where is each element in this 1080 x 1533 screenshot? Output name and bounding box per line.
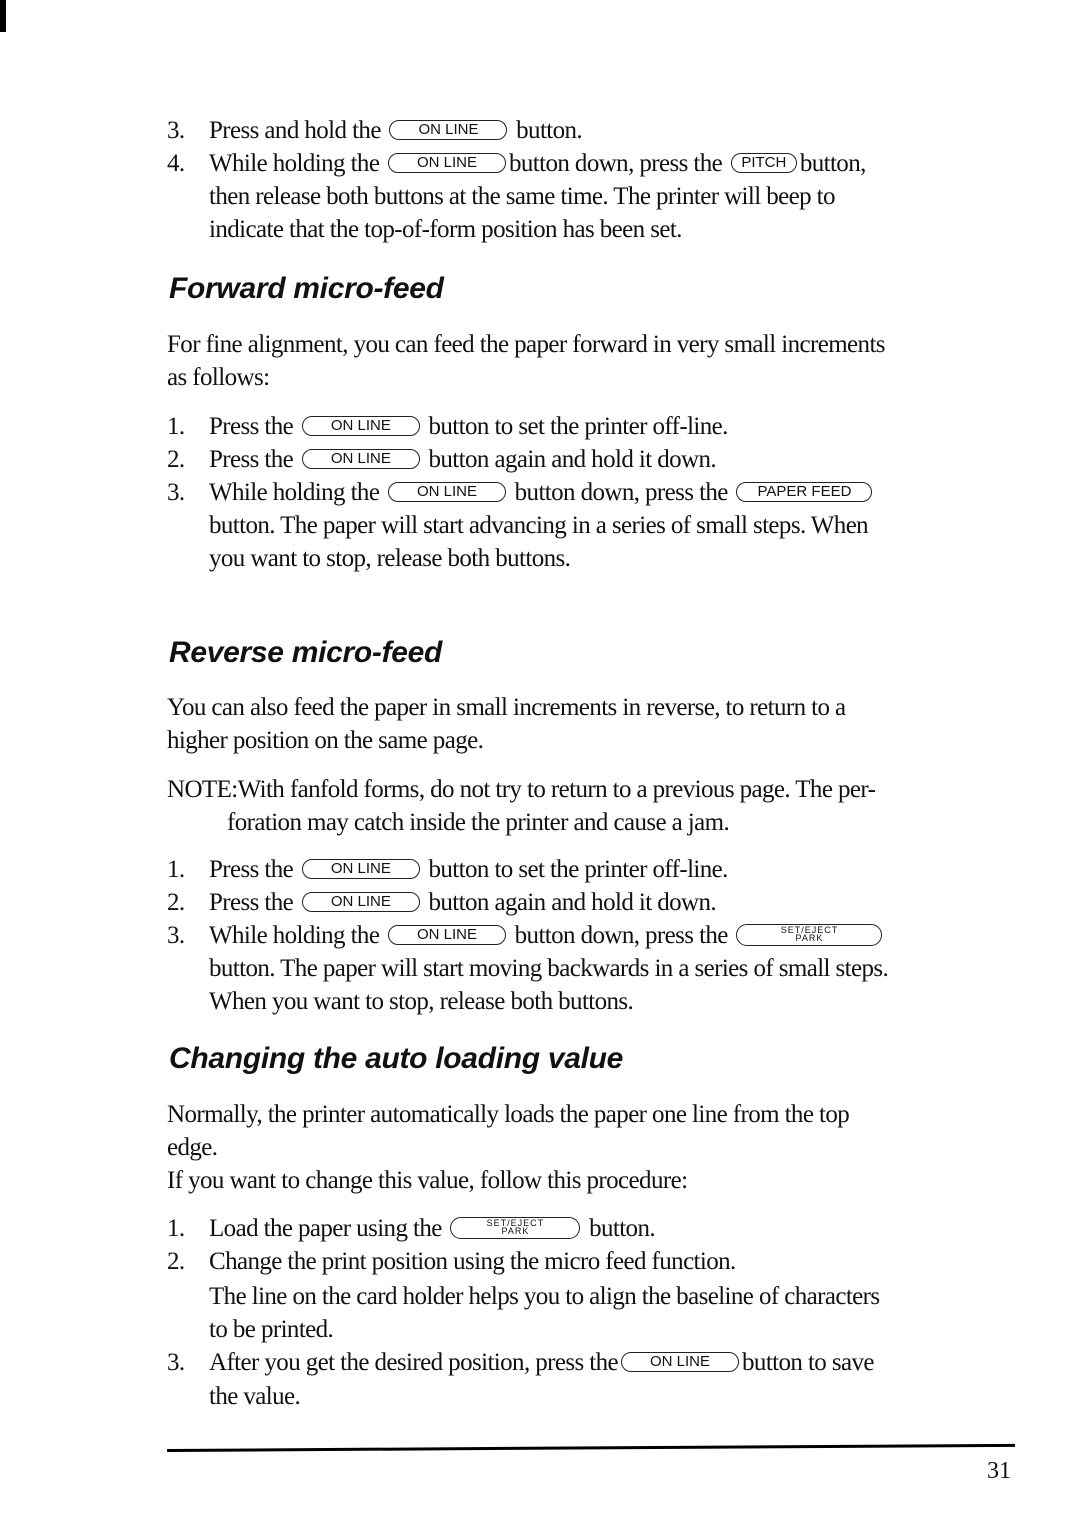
footer-rule [166,1443,1015,1452]
on-line-button[interactable]: ON LINE [301,859,420,880]
auto-step-3-continuation: the value. [209,1383,301,1410]
note: NOTE:With fanfold forms, do not try to r… [167,776,876,803]
on-line-button[interactable]: ON LINE [301,892,420,913]
forward-step-2: 2. Press the ON LINE button again and hol… [167,446,717,473]
paragraph: You can also feed the paper in small inc… [167,694,846,721]
forward-step-1: 1. Press the ON LINE button to set the pr… [167,413,728,440]
auto-step-2: 2. Change the print position using the mi… [167,1248,736,1275]
paragraph: For fine alignment, you can feed the pap… [167,331,886,358]
step-4-continuation: then release both buttons at the same ti… [209,183,836,210]
auto-step-2-continuation: to be printed. [209,1316,334,1343]
auto-step-3: 3. After you get the desired position, pr… [167,1349,874,1376]
step-4-holding: 4. While holding the ON LINE button down, … [167,150,866,177]
pitch-button[interactable]: PITCH [730,153,797,174]
paragraph: edge. [167,1134,218,1161]
on-line-button[interactable]: ON LINE [387,925,506,946]
paragraph: as follows: [167,364,270,391]
reverse-step-3-continuation: When you want to stop, release both butt… [209,988,634,1015]
on-line-button[interactable]: ON LINE [301,449,420,470]
auto-step-1: 1. Load the paper using the SET/EJECT PARK… [167,1215,656,1242]
reverse-step-3: 3. While holding the ON LINE button down,… [167,919,1015,952]
set-eject-park-button[interactable]: SET/EJECT PARK [736,924,883,947]
on-line-button[interactable]: ON LINE [387,153,506,174]
on-line-button[interactable]: ON LINE [301,416,420,437]
forward-step-3-continuation: button. The paper will start advancing i… [209,512,869,539]
paragraph: Normally, the printer automatically load… [167,1101,850,1128]
step-4-continuation: indicate that the top-of-form position h… [209,216,682,243]
set-eject-park-button[interactable]: SET/EJECT PARK [450,1217,581,1240]
page-number: 31 [987,1458,1011,1484]
section-heading-reverse: Reverse micro-feed [169,636,443,669]
reverse-step-2: 2. Press the ON LINE button again and hol… [167,889,717,916]
on-line-button[interactable]: ON LINE [621,1352,740,1373]
paper-feed-button[interactable]: PAPER FEED [736,482,873,503]
on-line-button[interactable]: ON LINE [389,120,508,141]
reverse-step-3-continuation: button. The paper will start moving back… [209,955,889,982]
reverse-step-1: 1. Press the ON LINE button to set the pr… [167,856,728,883]
on-line-button[interactable]: ON LINE [387,482,506,503]
section-heading-forward: Forward micro-feed [169,272,444,305]
forward-step-3: 3. While holding the ON LINE button down,… [167,476,1015,509]
auto-step-2-continuation: The line on the card holder helps you to… [209,1283,880,1310]
scan-artifact [0,0,6,32]
paragraph: higher position on the same page. [167,727,484,754]
note-continuation: foration may catch inside the printer an… [227,809,730,836]
step-3-press-hold: 3. Press and hold the ON LINE button. [167,117,583,144]
section-heading-auto-loading: Changing the auto loading value [169,1042,624,1075]
forward-step-3-continuation: you want to stop, release both buttons. [209,545,571,572]
paragraph: If you want to change this value, follow… [167,1167,688,1194]
